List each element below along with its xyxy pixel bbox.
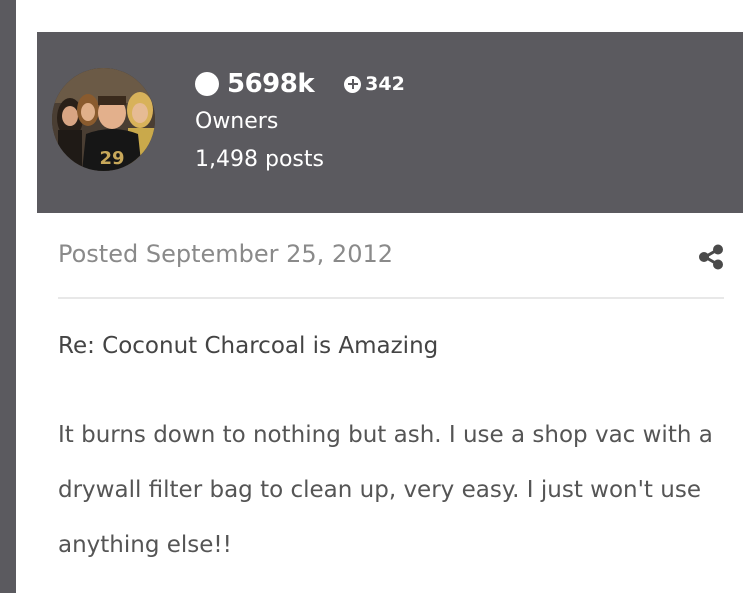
share-icon[interactable]	[698, 244, 724, 270]
plus-circle-icon	[344, 75, 362, 93]
post-date: Posted September 25, 2012	[58, 240, 394, 268]
author-group: Owners	[195, 109, 279, 134]
author-panel: 29 5698k 342 Owners 1,498 posts	[37, 32, 743, 213]
share-icon-graphic	[699, 244, 723, 270]
post-subject: Re: Coconut Charcoal is Amazing	[58, 333, 439, 359]
reputation-row: 5698k 342	[195, 66, 405, 102]
avatar-photo: 29	[52, 68, 155, 171]
reputation-value: 5698k	[227, 69, 315, 99]
author-avatar[interactable]: 29	[52, 68, 155, 171]
author-post-count: 1,498 posts	[195, 147, 324, 172]
reputation-dot-icon	[195, 72, 219, 96]
post-divider	[58, 297, 724, 299]
svg-text:29: 29	[99, 148, 124, 169]
left-rail	[0, 0, 16, 593]
plus-count: 342	[365, 73, 405, 95]
forum-post-page: 29 5698k 342 Owners 1,498 posts Posted S…	[0, 0, 743, 593]
post-body: It burns down to nothing but ash. I use …	[58, 422, 713, 558]
